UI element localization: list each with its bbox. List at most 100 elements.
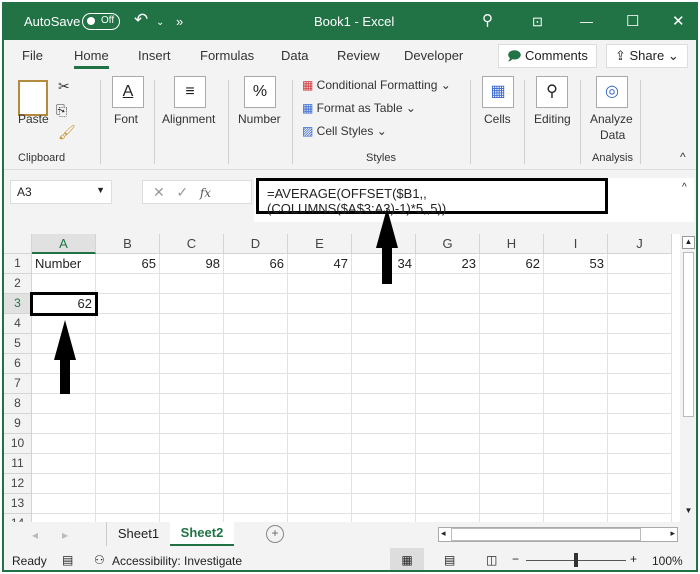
scroll-right-icon[interactable]: ▸ <box>670 528 675 539</box>
alignment-icon[interactable]: ≡ <box>174 76 206 108</box>
cell-D2[interactable] <box>224 274 288 294</box>
zoom-out-icon[interactable]: − <box>512 552 519 566</box>
cell-J12[interactable] <box>608 474 672 494</box>
cell-J6[interactable] <box>608 354 672 374</box>
cell-J8[interactable] <box>608 394 672 414</box>
cell-H7[interactable] <box>480 374 544 394</box>
cell-B6[interactable] <box>96 354 160 374</box>
cell-H11[interactable] <box>480 454 544 474</box>
cell-G14[interactable] <box>416 514 480 522</box>
expand-formula-bar-icon[interactable]: ^ <box>682 182 687 193</box>
format-painter-icon[interactable]: 🖌 <box>58 124 76 141</box>
scroll-down-icon[interactable]: ▼ <box>682 506 695 515</box>
cell-J3[interactable] <box>608 294 672 314</box>
cell-I1[interactable]: 53 <box>544 254 608 274</box>
cell-E1[interactable]: 47 <box>288 254 352 274</box>
cell-B1[interactable]: 65 <box>96 254 160 274</box>
cell-E9[interactable] <box>288 414 352 434</box>
cell-E14[interactable] <box>288 514 352 522</box>
row-header-1[interactable]: 1 <box>4 254 32 274</box>
cell-I13[interactable] <box>544 494 608 514</box>
cell-D11[interactable] <box>224 454 288 474</box>
cell-I7[interactable] <box>544 374 608 394</box>
cell-B9[interactable] <box>96 414 160 434</box>
cell-I5[interactable] <box>544 334 608 354</box>
cell-H3[interactable] <box>480 294 544 314</box>
zoom-in-icon[interactable]: + <box>630 552 637 566</box>
cell-I8[interactable] <box>544 394 608 414</box>
cell-I12[interactable] <box>544 474 608 494</box>
normal-view-icon[interactable]: ▦ <box>390 548 424 570</box>
vertical-scroll-thumb[interactable] <box>683 252 694 417</box>
cell-F4[interactable] <box>352 314 416 334</box>
column-header-J[interactable]: J <box>608 234 672 254</box>
cell-B12[interactable] <box>96 474 160 494</box>
cells-button[interactable]: Cells <box>484 112 511 126</box>
cell-H12[interactable] <box>480 474 544 494</box>
cell-H6[interactable] <box>480 354 544 374</box>
share-button[interactable]: ⇪ Share ⌄ <box>606 44 688 68</box>
cell-D4[interactable] <box>224 314 288 334</box>
row-header-4[interactable]: 4 <box>4 314 32 334</box>
maximize-icon[interactable]: ☐ <box>626 12 639 30</box>
cell-G7[interactable] <box>416 374 480 394</box>
horizontal-scroll-thumb[interactable] <box>451 528 641 541</box>
select-all-corner[interactable] <box>4 234 32 254</box>
scroll-left-icon[interactable]: ◂ <box>441 528 446 539</box>
cell-H5[interactable] <box>480 334 544 354</box>
cell-F8[interactable] <box>352 394 416 414</box>
cell-D3[interactable] <box>224 294 288 314</box>
column-header-E[interactable]: E <box>288 234 352 254</box>
comments-button[interactable]: 🗩 Comments <box>498 44 597 68</box>
cell-J13[interactable] <box>608 494 672 514</box>
cell-G3[interactable] <box>416 294 480 314</box>
cut-icon[interactable]: ✂ <box>58 78 70 95</box>
conditional-formatting-button[interactable]: ▦ Conditional Formatting ⌄ <box>302 78 451 92</box>
sheet-tab-sheet1[interactable]: Sheet1 <box>106 522 170 546</box>
cell-I4[interactable] <box>544 314 608 334</box>
undo-icon[interactable]: ↶ <box>134 10 148 30</box>
cell-B8[interactable] <box>96 394 160 414</box>
next-sheet-icon[interactable]: ▸ <box>62 528 68 542</box>
cell-C8[interactable] <box>160 394 224 414</box>
cell-B4[interactable] <box>96 314 160 334</box>
cell-D1[interactable]: 66 <box>224 254 288 274</box>
cell-C5[interactable] <box>160 334 224 354</box>
analyze-data-icon[interactable]: ◎ <box>596 76 628 108</box>
cancel-icon[interactable]: ✕ <box>153 184 165 200</box>
cell-A2[interactable] <box>32 274 96 294</box>
cell-I2[interactable] <box>544 274 608 294</box>
search-icon[interactable]: ⚲ <box>482 11 493 29</box>
cell-A14[interactable] <box>32 514 96 522</box>
paste-button[interactable]: Paste <box>18 112 49 126</box>
analyze-data-button[interactable]: Analyze <box>590 112 633 126</box>
cell-F10[interactable] <box>352 434 416 454</box>
cell-D12[interactable] <box>224 474 288 494</box>
row-header-5[interactable]: 5 <box>4 334 32 354</box>
zoom-level[interactable]: 100% <box>652 554 683 568</box>
row-header-10[interactable]: 10 <box>4 434 32 454</box>
cell-B13[interactable] <box>96 494 160 514</box>
row-header-7[interactable]: 7 <box>4 374 32 394</box>
cell-J2[interactable] <box>608 274 672 294</box>
cell-C6[interactable] <box>160 354 224 374</box>
column-header-B[interactable]: B <box>96 234 160 254</box>
tab-data[interactable]: Data <box>281 48 308 63</box>
cell-B14[interactable] <box>96 514 160 522</box>
insert-function-icon[interactable]: fx <box>200 186 211 200</box>
paste-icon[interactable] <box>18 80 48 116</box>
prev-sheet-icon[interactable]: ◂ <box>32 528 38 542</box>
cell-E5[interactable] <box>288 334 352 354</box>
row-header-12[interactable]: 12 <box>4 474 32 494</box>
cell-E12[interactable] <box>288 474 352 494</box>
cell-H10[interactable] <box>480 434 544 454</box>
cell-G5[interactable] <box>416 334 480 354</box>
cell-H13[interactable] <box>480 494 544 514</box>
tab-review[interactable]: Review <box>337 48 380 63</box>
cell-B5[interactable] <box>96 334 160 354</box>
cell-F3[interactable] <box>352 294 416 314</box>
copy-icon[interactable]: ⎘ <box>56 102 67 119</box>
column-header-D[interactable]: D <box>224 234 288 254</box>
cell-E7[interactable] <box>288 374 352 394</box>
cell-J1[interactable] <box>608 254 672 274</box>
